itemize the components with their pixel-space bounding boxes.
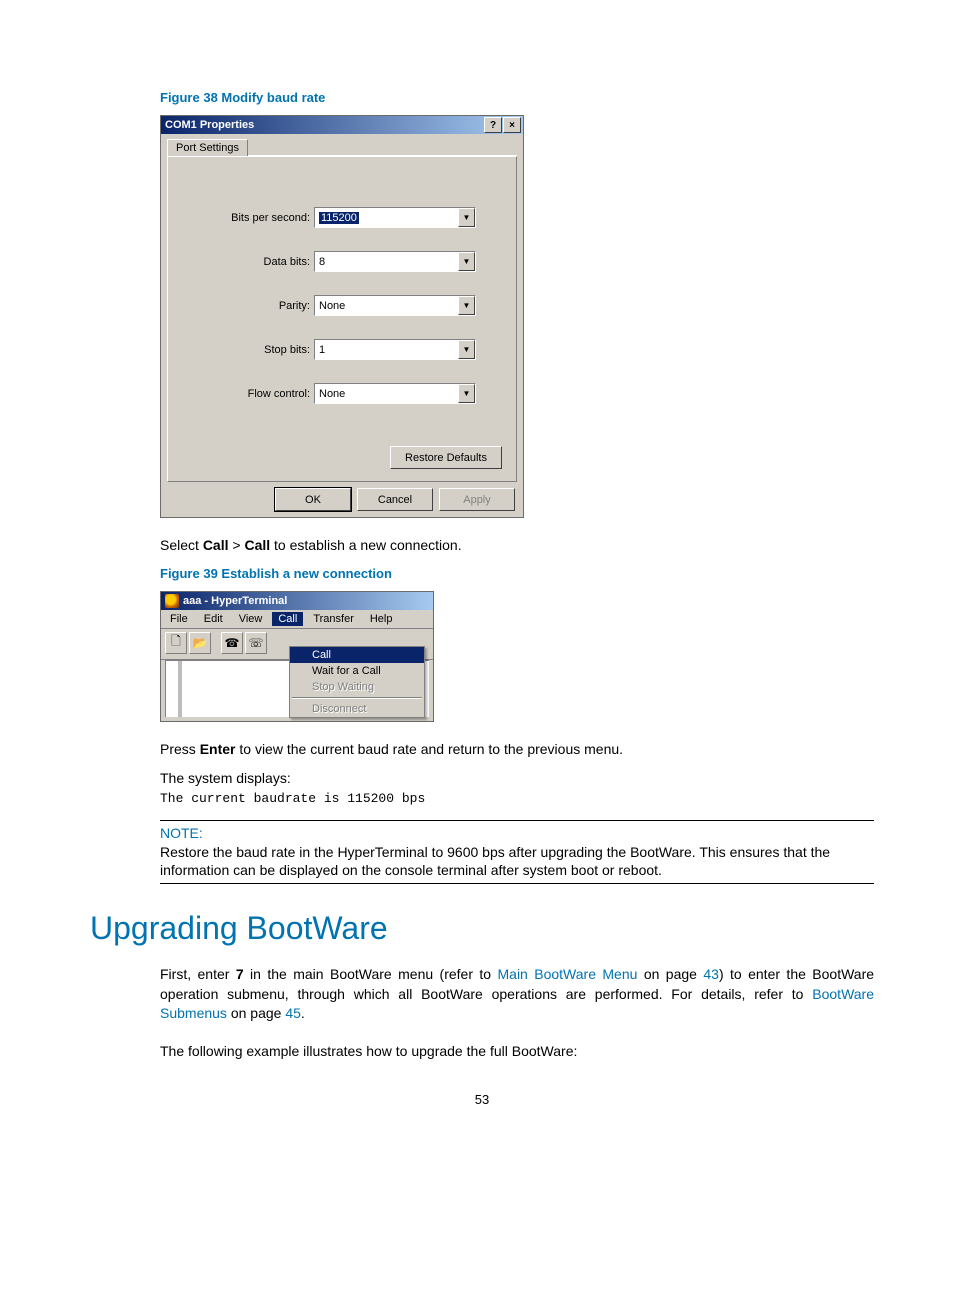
divider xyxy=(160,883,874,884)
data-bits-label: Data bits: xyxy=(210,256,310,268)
chevron-down-icon[interactable]: ▼ xyxy=(458,252,475,271)
port-settings-pane: Bits per second: 115200 ▼ Data bits: 8 ▼ xyxy=(167,156,517,482)
apply-button[interactable]: Apply xyxy=(439,488,515,511)
note-text: Restore the baud rate in the HyperTermin… xyxy=(160,843,874,879)
dropdown-item-wait[interactable]: Wait for a Call xyxy=(290,663,424,679)
ht-menubar: File Edit View Call Transfer Help xyxy=(161,610,433,628)
ok-button[interactable]: OK xyxy=(275,488,351,511)
dropdown-item-disconnect: Disconnect xyxy=(290,701,424,717)
menu-view[interactable]: View xyxy=(233,612,269,626)
dialog-title: COM1 Properties xyxy=(165,119,254,131)
open-icon[interactable]: 📂 xyxy=(189,632,211,654)
link-page-45[interactable]: 45 xyxy=(285,1005,301,1021)
call-dropdown: Call Wait for a Call Stop Waiting Discon… xyxy=(289,646,425,718)
divider xyxy=(160,820,874,821)
body-text: Select Call > Call to establish a new co… xyxy=(160,536,874,556)
menu-edit[interactable]: Edit xyxy=(198,612,229,626)
menu-call[interactable]: Call xyxy=(272,612,303,626)
data-bits-value: 8 xyxy=(319,256,325,268)
flow-control-combo[interactable]: None ▼ xyxy=(314,383,476,404)
flow-control-value: None xyxy=(319,388,345,400)
menu-transfer[interactable]: Transfer xyxy=(307,612,360,626)
link-main-bootware-menu[interactable]: Main BootWare Menu xyxy=(498,966,638,982)
restore-defaults-button[interactable]: Restore Defaults xyxy=(390,446,502,469)
parity-value: None xyxy=(319,300,345,312)
parity-label: Parity: xyxy=(210,300,310,312)
call-icon[interactable]: ☎ xyxy=(221,632,243,654)
bps-value: 115200 xyxy=(319,212,359,224)
note-label: NOTE: xyxy=(160,825,874,841)
cancel-button[interactable]: Cancel xyxy=(357,488,433,511)
hyperterminal-window: aaa - HyperTerminal File Edit View Call … xyxy=(160,591,434,722)
chevron-down-icon[interactable]: ▼ xyxy=(458,208,475,227)
menu-help[interactable]: Help xyxy=(364,612,399,626)
figure-39-caption: Figure 39 Establish a new connection xyxy=(160,566,874,581)
section-heading: Upgrading BootWare xyxy=(90,910,874,947)
parity-combo[interactable]: None ▼ xyxy=(314,295,476,316)
figure-38-caption: Figure 38 Modify baud rate xyxy=(160,90,874,105)
close-button[interactable]: × xyxy=(503,117,521,133)
tab-port-settings[interactable]: Port Settings xyxy=(167,139,248,156)
body-text: Press Enter to view the current baud rat… xyxy=(160,740,874,760)
menu-file[interactable]: File xyxy=(164,612,194,626)
help-button[interactable]: ? xyxy=(484,117,502,133)
flow-control-label: Flow control: xyxy=(210,388,310,400)
disconnect-icon[interactable]: ☏ xyxy=(245,632,267,654)
body-text: The system displays: xyxy=(160,769,874,789)
console-output: The current baudrate is 115200 bps xyxy=(160,791,874,806)
new-icon[interactable]: 🗋 xyxy=(165,632,187,654)
data-bits-combo[interactable]: 8 ▼ xyxy=(314,251,476,272)
chevron-down-icon[interactable]: ▼ xyxy=(458,340,475,359)
chevron-down-icon[interactable]: ▼ xyxy=(458,384,475,403)
page-number: 53 xyxy=(90,1092,874,1107)
link-page-43[interactable]: 43 xyxy=(703,966,719,982)
com1-properties-dialog: COM1 Properties ? × Port Settings Bits p… xyxy=(160,115,524,518)
body-text: First, enter 7 in the main BootWare menu… xyxy=(160,965,874,1024)
bps-label: Bits per second: xyxy=(210,212,310,224)
ht-app-icon xyxy=(165,594,179,608)
ht-titlebar: aaa - HyperTerminal xyxy=(161,592,433,610)
chevron-down-icon[interactable]: ▼ xyxy=(458,296,475,315)
stop-bits-combo[interactable]: 1 ▼ xyxy=(314,339,476,360)
bps-combo[interactable]: 115200 ▼ xyxy=(314,207,476,228)
ht-title: aaa - HyperTerminal xyxy=(183,595,287,607)
dropdown-item-stop: Stop Waiting xyxy=(290,679,424,695)
body-text: The following example illustrates how to… xyxy=(160,1042,874,1062)
stop-bits-value: 1 xyxy=(319,344,325,356)
dropdown-item-call[interactable]: Call xyxy=(290,647,424,663)
dialog-titlebar: COM1 Properties ? × xyxy=(161,116,523,134)
stop-bits-label: Stop bits: xyxy=(210,344,310,356)
